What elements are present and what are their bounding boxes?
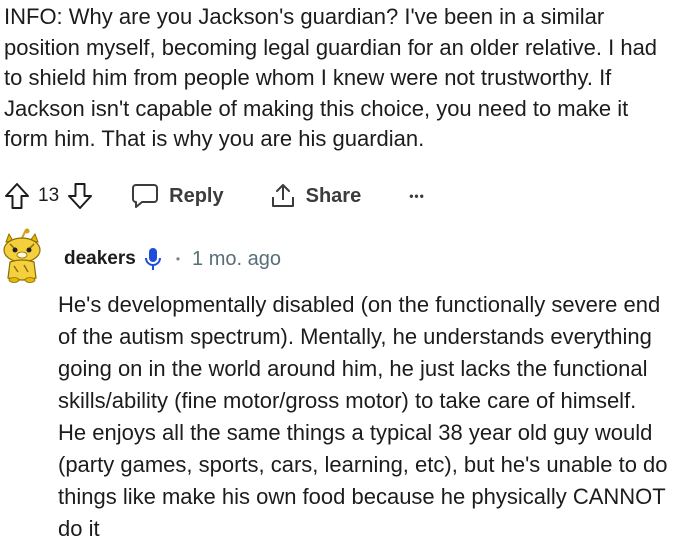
upvote-arrow-icon [5,183,29,209]
parent-comment-line: form him. That is why you are his guardi… [4,126,425,152]
more-options-button[interactable]: ••• [409,189,425,203]
share-upload-icon [271,184,294,207]
upvote-button[interactable] [4,182,30,210]
reply-line: things like make his own food because he… [58,484,666,509]
reply-line: going on in the world around him, he jus… [58,356,648,381]
parent-comment-line: position myself, becoming legal guardian… [4,34,658,60]
reply-line: of the autism spectrum). Mentally, he un… [58,324,652,349]
share-button[interactable]: Share [270,182,362,210]
reply-comment-body: He's developmentally disabled (on the fu… [58,289,698,545]
comment-action-bar: 13 Reply Share ••• [4,176,425,216]
parent-comment-body: INFO: Why are you Jackson's guardian? I'… [4,2,698,155]
more-options-icon: ••• [409,189,425,203]
avatar-image [3,228,41,283]
speech-bubble-icon [132,184,159,208]
reply-line: do it [58,516,100,541]
reply-line: He enjoys all the same things a typical … [58,420,653,445]
timestamp[interactable]: 1 mo. ago [192,248,281,271]
reply-header: deakers • 1 mo. ago [64,244,281,274]
separator-dot: • [175,252,181,266]
username-link[interactable]: deakers [64,248,136,270]
reply-button[interactable]: Reply [131,183,224,209]
vote-count: 13 [38,185,60,206]
reply-line: He's developmentally disabled (on the fu… [58,292,661,317]
downvote-button[interactable] [67,182,93,210]
share-label: Share [305,184,362,207]
parent-comment-line: Jackson isn't capable of making this cho… [4,95,629,121]
reply-line: (party games, sports, cars, learning, et… [58,452,668,477]
parent-comment-line: INFO: Why are you Jackson's guardian? I'… [4,4,605,29]
snoo-avatar[interactable] [0,228,44,284]
microphone-icon [144,247,162,271]
parent-comment-line: to shield him from people whom I knew we… [4,65,612,91]
downvote-arrow-icon [68,183,93,209]
reply-line: skills/ability (fine motor/gross motor) … [58,388,637,413]
reply-label: Reply [169,184,224,207]
